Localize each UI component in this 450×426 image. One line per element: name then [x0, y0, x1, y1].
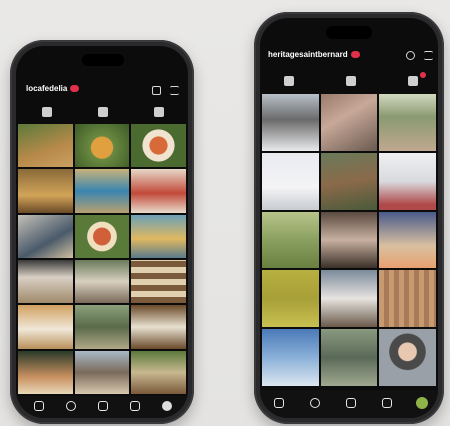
search-icon[interactable]: [310, 398, 320, 408]
post-thumbnail[interactable]: [18, 350, 73, 394]
post-thumbnail[interactable]: [262, 152, 319, 210]
post-thumbnail[interactable]: [320, 211, 378, 269]
post-thumbnail[interactable]: [131, 305, 186, 349]
post-thumbnail[interactable]: [379, 270, 436, 328]
home-icon[interactable]: [274, 398, 284, 408]
reels-icon[interactable]: [130, 401, 140, 411]
add-post-icon[interactable]: [346, 398, 356, 408]
profile-username[interactable]: locafedelia: [26, 84, 67, 93]
post-thumbnail[interactable]: [262, 94, 319, 151]
post-thumbnail[interactable]: [131, 350, 186, 394]
post-thumbnail[interactable]: [131, 259, 186, 304]
right-phone: heritagesaintbernard: [254, 12, 444, 424]
add-icon[interactable]: [152, 86, 161, 95]
profile-avatar-icon[interactable]: [416, 397, 428, 409]
post-thumbnail[interactable]: [131, 169, 186, 213]
post-thumbnail[interactable]: [262, 211, 319, 269]
reels-icon[interactable]: [382, 398, 392, 408]
post-thumbnail[interactable]: [74, 259, 130, 304]
post-thumbnail[interactable]: [74, 214, 130, 258]
post-thumbnail[interactable]: [18, 169, 73, 213]
reels-tab-icon[interactable]: [346, 76, 356, 86]
right-phone-screen: heritagesaintbernard: [260, 18, 438, 418]
add-icon[interactable]: [406, 51, 415, 60]
post-thumbnail[interactable]: [262, 270, 319, 328]
menu-icon[interactable]: [170, 86, 179, 95]
grid-tab-icon[interactable]: [42, 107, 52, 117]
post-thumbnail[interactable]: [379, 329, 436, 386]
post-thumbnail[interactable]: [74, 350, 130, 394]
notification-badge: [350, 51, 360, 58]
profile-tabs: [16, 104, 188, 120]
tagged-tab-icon[interactable]: [408, 76, 418, 86]
post-thumbnail[interactable]: [320, 270, 378, 328]
post-thumbnail[interactable]: [131, 124, 186, 168]
post-thumbnail[interactable]: [379, 152, 436, 210]
left-phone: locafedelia: [10, 40, 194, 424]
post-grid: [18, 124, 186, 394]
post-thumbnail[interactable]: [18, 305, 73, 349]
profile-tabs: [260, 72, 438, 90]
post-thumbnail[interactable]: [74, 305, 130, 349]
post-thumbnail[interactable]: [262, 329, 319, 386]
post-thumbnail[interactable]: [320, 94, 378, 151]
post-thumbnail[interactable]: [74, 124, 130, 168]
notification-badge: [70, 85, 80, 92]
post-thumbnail[interactable]: [379, 211, 436, 269]
home-icon[interactable]: [34, 401, 44, 411]
bottom-nav-bar: [16, 396, 188, 418]
search-icon[interactable]: [66, 401, 76, 411]
post-thumbnail[interactable]: [320, 329, 378, 386]
left-phone-screen: locafedelia: [16, 46, 188, 418]
profile-header: heritagesaintbernard: [268, 50, 360, 59]
dynamic-island: [82, 54, 124, 66]
post-thumbnail[interactable]: [18, 259, 73, 304]
profile-header: locafedelia: [26, 84, 80, 93]
profile-username[interactable]: heritagesaintbernard: [268, 50, 348, 59]
post-grid: [262, 94, 436, 386]
post-thumbnail[interactable]: [18, 214, 73, 258]
notification-dot: [420, 72, 426, 78]
post-thumbnail[interactable]: [320, 152, 378, 210]
dynamic-island: [326, 26, 372, 39]
profile-avatar-icon[interactable]: [162, 401, 172, 411]
menu-icon[interactable]: [424, 51, 433, 60]
reels-tab-icon[interactable]: [98, 107, 108, 117]
tagged-tab-icon[interactable]: [154, 107, 164, 117]
post-thumbnail[interactable]: [131, 214, 186, 258]
bottom-nav-bar: [260, 390, 438, 418]
post-thumbnail[interactable]: [74, 169, 130, 213]
add-post-icon[interactable]: [98, 401, 108, 411]
post-thumbnail[interactable]: [18, 124, 73, 168]
post-thumbnail[interactable]: [379, 94, 436, 151]
grid-tab-icon[interactable]: [284, 76, 294, 86]
